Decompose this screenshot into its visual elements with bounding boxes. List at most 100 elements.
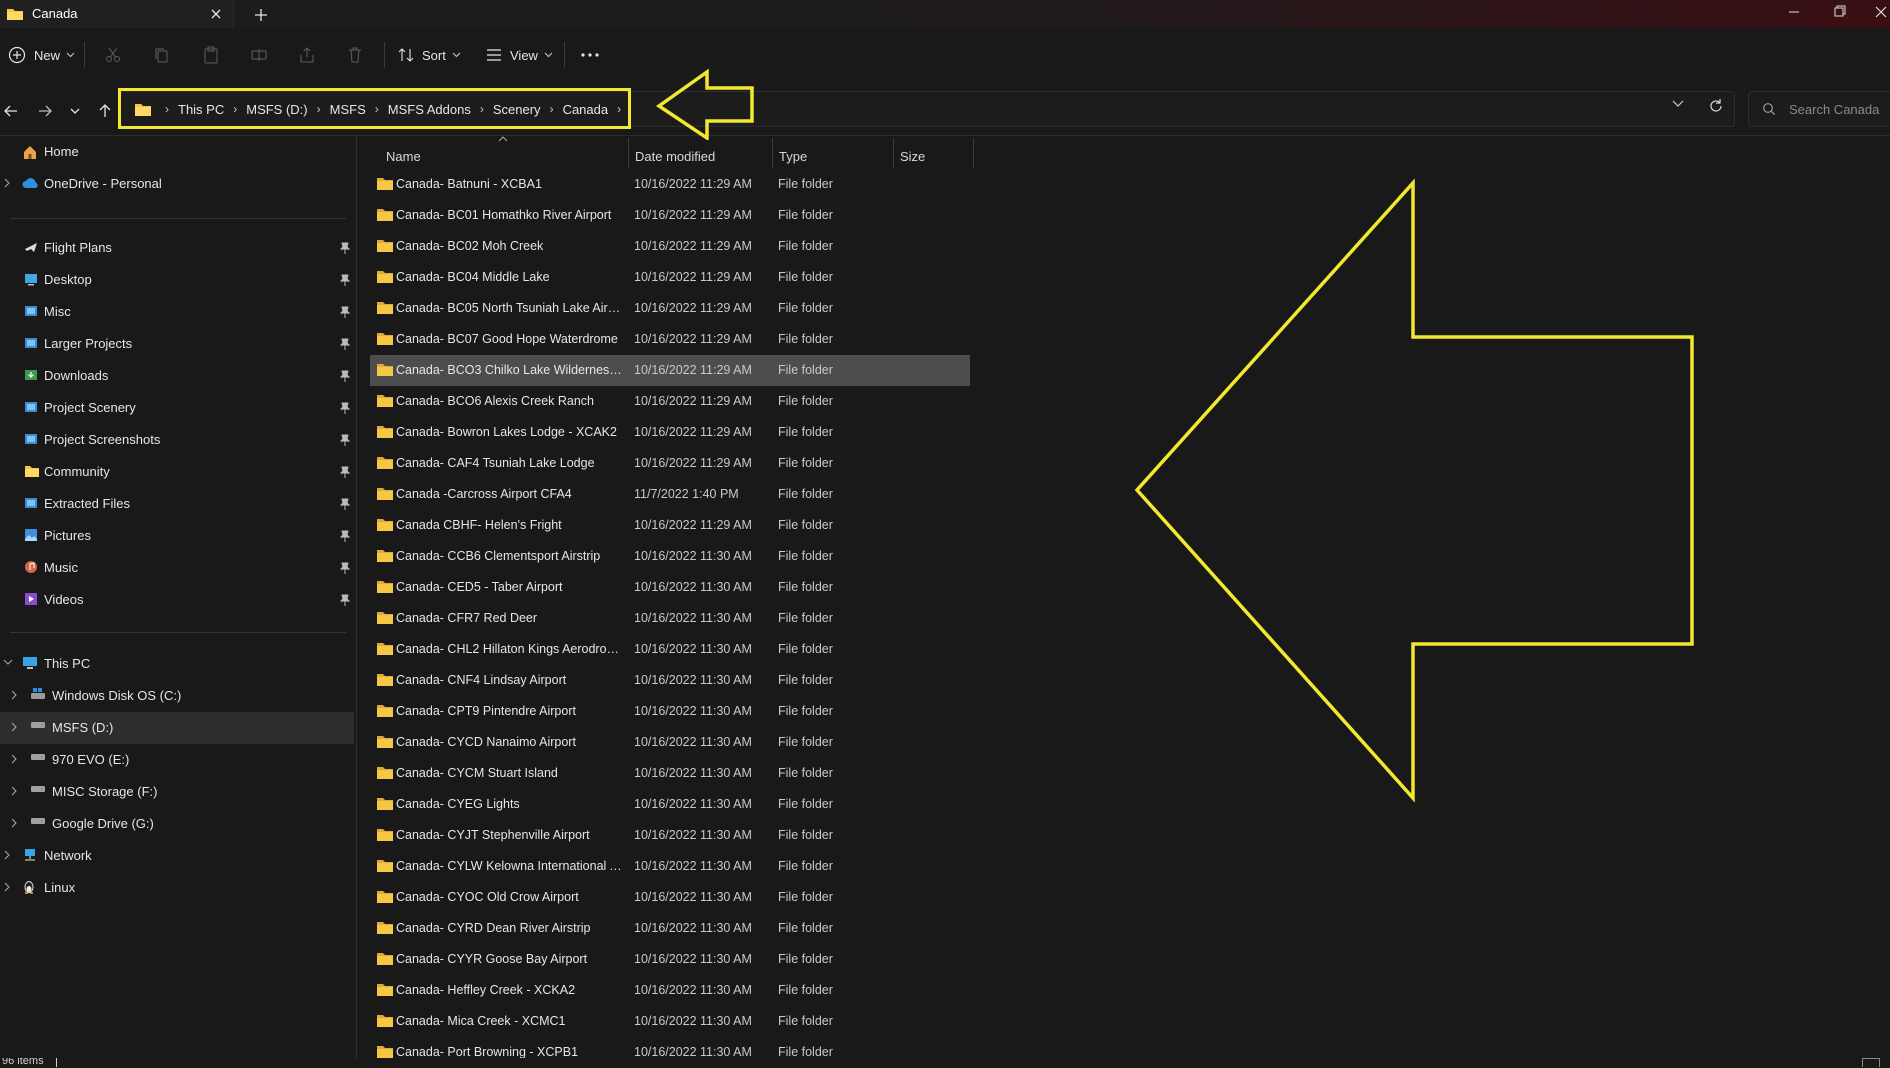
sidebar-item-linux[interactable]: Linux bbox=[0, 872, 354, 904]
delete-icon[interactable] bbox=[346, 42, 364, 68]
sidebar-item-music[interactable]: Music bbox=[0, 552, 354, 584]
chevron-right-icon[interactable] bbox=[10, 818, 18, 828]
chevron-right-icon[interactable]: › bbox=[233, 102, 237, 116]
chevron-down-icon[interactable] bbox=[3, 658, 13, 666]
close-tab-icon[interactable] bbox=[206, 4, 226, 24]
sidebar-item-downloads[interactable]: Downloads bbox=[0, 360, 354, 392]
sidebar-item-community[interactable]: Community bbox=[0, 456, 354, 488]
table-row[interactable]: Canada- Heffley Creek - XCKA2 10/16/2022 … bbox=[370, 975, 970, 1006]
sidebar-item-pictures[interactable]: Pictures bbox=[0, 520, 354, 552]
chevron-right-icon[interactable] bbox=[10, 786, 18, 796]
table-row[interactable]: Canada- CPT9 Pintendre Airport 10/16/2022… bbox=[370, 696, 970, 727]
table-row[interactable]: Canada- BC04 Middle Lake 10/16/2022 11:29… bbox=[370, 262, 970, 293]
chevron-right-icon[interactable] bbox=[10, 690, 18, 700]
sidebar-item-videos[interactable]: Videos bbox=[0, 584, 354, 616]
sidebar-item-project-scenery[interactable]: Project Scenery bbox=[0, 392, 354, 424]
chevron-right-icon[interactable] bbox=[3, 882, 11, 892]
close-window-icon[interactable] bbox=[1862, 0, 1890, 24]
share-icon[interactable] bbox=[298, 42, 316, 68]
table-row[interactable]: Canada- CYYR Goose Bay Airport 10/16/2022… bbox=[370, 944, 970, 975]
sidebar-item-onedrive[interactable]: OneDrive - Personal bbox=[0, 168, 354, 200]
pane-divider[interactable] bbox=[356, 136, 357, 1058]
chevron-right-icon[interactable] bbox=[10, 722, 18, 732]
table-row[interactable]: Canada- CFR7 Red Deer 10/16/2022 11:30 AM… bbox=[370, 603, 970, 634]
crumb-canada[interactable]: Canada bbox=[563, 102, 609, 117]
forward-icon[interactable] bbox=[34, 100, 56, 122]
table-row[interactable]: Canada- CYRD Dean River Airstrip 10/16/20… bbox=[370, 913, 970, 944]
more-options-icon[interactable] bbox=[580, 42, 600, 68]
table-row[interactable]: Canada- Batnuni - XCBA1 10/16/2022 11:29 … bbox=[370, 169, 970, 200]
table-row[interactable]: Canada -Carcross Airport CFA4 11/7/2022 1… bbox=[370, 479, 970, 510]
sidebar-item-drive-c[interactable]: Windows Disk OS (C:) bbox=[0, 680, 354, 712]
table-row[interactable]: Canada- CYCM Stuart Island 10/16/2022 11:… bbox=[370, 758, 970, 789]
chevron-right-icon[interactable]: › bbox=[375, 102, 379, 116]
back-icon[interactable] bbox=[0, 100, 22, 122]
sidebar-item-drive-g[interactable]: Google Drive (G:) bbox=[0, 808, 354, 840]
table-row[interactable]: Canada- BC05 North Tsuniah Lake Airstrip… bbox=[370, 293, 970, 324]
crumb-msfs-addons[interactable]: MSFS Addons bbox=[388, 102, 471, 117]
up-icon[interactable] bbox=[94, 100, 116, 122]
table-row[interactable]: Canada CBHF- Helen's Fright 10/16/2022 11… bbox=[370, 510, 970, 541]
sidebar-item-larger-projects[interactable]: Larger Projects bbox=[0, 328, 354, 360]
crumb-msfs-drive[interactable]: MSFS (D:) bbox=[246, 102, 307, 117]
sidebar-item-drive-d[interactable]: MSFS (D:) bbox=[0, 712, 354, 744]
cut-icon[interactable] bbox=[104, 42, 122, 68]
chevron-right-icon[interactable] bbox=[3, 850, 11, 860]
sidebar-item-flight-plans[interactable]: Flight Plans bbox=[0, 232, 354, 264]
restore-icon[interactable] bbox=[1818, 0, 1862, 24]
sidebar-item-network[interactable]: Network bbox=[0, 840, 354, 872]
table-row[interactable]: Canada- BC01 Homathko River Airport 10/16… bbox=[370, 200, 970, 231]
table-row[interactable]: Canada- CYEG Lights 10/16/2022 11:30 AM Fi… bbox=[370, 789, 970, 820]
chevron-right-icon[interactable]: › bbox=[480, 102, 484, 116]
table-row[interactable]: Canada- Bowron Lakes Lodge - XCAK2 10/16/… bbox=[370, 417, 970, 448]
table-row[interactable]: Canada- CED5 - Taber Airport 10/16/2022 1… bbox=[370, 572, 970, 603]
paste-icon[interactable] bbox=[202, 42, 220, 68]
sidebar-item-misc[interactable]: Misc bbox=[0, 296, 354, 328]
chevron-right-icon[interactable] bbox=[10, 754, 18, 764]
column-header-type[interactable]: Type bbox=[773, 142, 883, 170]
table-row[interactable]: Canada- CYJT Stephenville Airport 10/16/2… bbox=[370, 820, 970, 851]
sidebar-item-home[interactable]: Home bbox=[0, 136, 354, 168]
chevron-right-icon[interactable]: › bbox=[617, 102, 621, 116]
chevron-right-icon[interactable] bbox=[3, 178, 11, 188]
table-row[interactable]: Canada- CYCD Nanaimo Airport 10/16/2022 1… bbox=[370, 727, 970, 758]
table-row[interactable]: Canada- BCO6 Alexis Creek Ranch 10/16/202… bbox=[370, 386, 970, 417]
new-button[interactable]: New bbox=[8, 42, 75, 68]
new-tab-icon[interactable] bbox=[250, 4, 272, 26]
recent-locations-icon[interactable] bbox=[64, 100, 86, 122]
table-row[interactable]: Canada- CHL2 Hillaton Kings Aerodrome 10/… bbox=[370, 634, 970, 665]
table-row[interactable]: Canada- CYOC Old Crow Airport 10/16/2022 … bbox=[370, 882, 970, 913]
table-row[interactable]: Canada- Mica Creek - XCMC1 10/16/2022 11:… bbox=[370, 1006, 970, 1037]
table-row[interactable]: Canada- CCB6 Clementsport Airstrip 10/16/… bbox=[370, 541, 970, 572]
table-row[interactable]: Canada- BC02 Moh Creek 10/16/2022 11:29 A… bbox=[370, 231, 970, 262]
sort-button[interactable]: Sort bbox=[398, 42, 461, 68]
sidebar-item-drive-f[interactable]: MISC Storage (F:) bbox=[0, 776, 354, 808]
view-button[interactable]: View bbox=[486, 42, 553, 68]
chevron-right-icon[interactable]: › bbox=[317, 102, 321, 116]
table-row[interactable]: Canada- BCO3 Chilko Lake Wilderness R...… bbox=[370, 355, 970, 386]
minimize-icon[interactable] bbox=[1772, 0, 1816, 24]
table-row[interactable]: Canada- CAF4 Tsuniah Lake Lodge 10/16/202… bbox=[370, 448, 970, 479]
table-row[interactable]: Canada- CYLW Kelowna International Air..… bbox=[370, 851, 970, 882]
column-resize-handle[interactable] bbox=[973, 138, 974, 168]
table-row[interactable]: Canada- CNF4 Lindsay Airport 10/16/2022 1… bbox=[370, 665, 970, 696]
sidebar-item-this-pc[interactable]: This PC bbox=[0, 648, 354, 680]
sidebar-item-desktop[interactable]: Desktop bbox=[0, 264, 354, 296]
crumb-msfs[interactable]: MSFS bbox=[330, 102, 366, 117]
crumb-scenery[interactable]: Scenery bbox=[493, 102, 541, 117]
sidebar-item-project-screenshots[interactable]: Project Screenshots bbox=[0, 424, 354, 456]
sidebar-item-extracted-files[interactable]: Extracted Files bbox=[0, 488, 354, 520]
column-header-date[interactable]: Date modified bbox=[629, 142, 769, 170]
refresh-icon[interactable] bbox=[1708, 98, 1724, 114]
crumb-this-pc[interactable]: This PC bbox=[178, 102, 224, 117]
chevron-right-icon[interactable]: › bbox=[550, 102, 554, 116]
column-header-size[interactable]: Size bbox=[894, 142, 964, 170]
table-row[interactable]: Canada- BC07 Good Hope Waterdrome 10/16/2… bbox=[370, 324, 970, 355]
tab-canada[interactable]: Canada bbox=[0, 0, 234, 28]
copy-icon[interactable] bbox=[153, 42, 171, 68]
sidebar-item-drive-e[interactable]: 970 EVO (E:) bbox=[0, 744, 354, 776]
rename-icon[interactable] bbox=[250, 42, 268, 68]
column-header-name[interactable]: Name bbox=[380, 142, 618, 170]
address-history-dropdown-icon[interactable] bbox=[1672, 100, 1684, 108]
details-view-icon[interactable] bbox=[1862, 1058, 1880, 1067]
